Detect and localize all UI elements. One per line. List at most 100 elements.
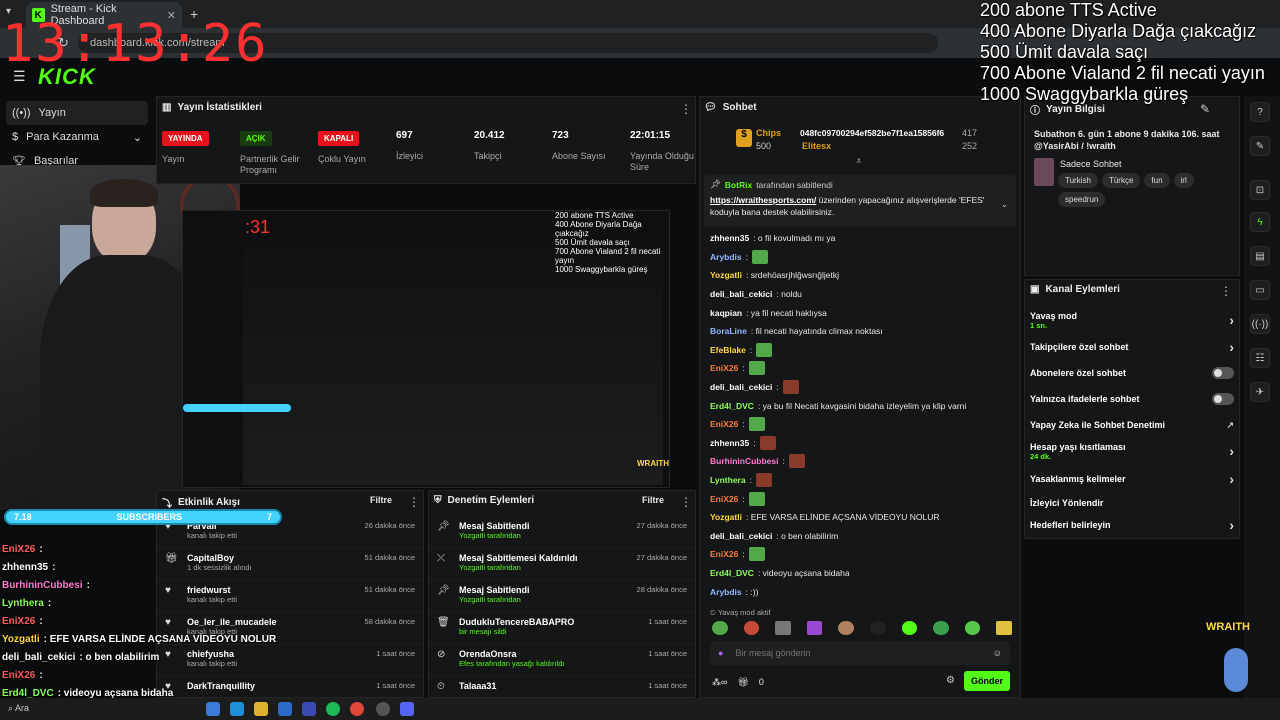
list-item[interactable]: 🎁︎ CapitalBoy 1 dk sessizlik alındı 51 daki… <box>157 549 423 581</box>
expand-pinned-icon[interactable]: ⌄ <box>1001 199 1008 210</box>
gift-icon[interactable]: 🎁︎ <box>737 677 748 688</box>
category-name[interactable]: Sadece Sohbet <box>1060 159 1122 169</box>
lightning-icon[interactable]: ϟ <box>1250 212 1270 232</box>
taskbar-app-icon[interactable] <box>376 702 390 716</box>
focus-icon[interactable]: ⊡ <box>1250 180 1270 200</box>
more-icon[interactable]: ⋮ <box>408 495 420 509</box>
emote-icon[interactable] <box>869 621 886 635</box>
channel-action-row[interactable]: Yapay Zeka ile Sohbet Denetimi ↗ <box>1030 412 1234 438</box>
stat-label: Yayın <box>162 154 185 164</box>
tag-chip[interactable]: irl <box>1173 173 1194 188</box>
channel-action-row[interactable]: Hesap yaşı kısıtlaması 24 dk. › <box>1030 438 1234 464</box>
chat-username[interactable]: EfeBlake <box>710 345 746 355</box>
list-item[interactable]: ⊘ OrendaOnsra Efes tarafından yasağı kaldı… <box>429 645 695 677</box>
chat-settings-icon[interactable]: ⚙ <box>946 675 955 686</box>
chat-username[interactable]: Arybdis <box>710 252 742 262</box>
taskbar-app-icon[interactable] <box>254 702 268 716</box>
chat-username[interactable]: EniX26 <box>710 549 738 559</box>
emote-icon[interactable] <box>901 621 918 635</box>
chat-username[interactable]: EniX26 <box>710 363 738 373</box>
toggle-switch[interactable] <box>1212 393 1234 405</box>
list-item[interactable]: ⤫ Mesaj Sabitlemesi Kaldırıldı Yozgatli ta… <box>429 549 695 581</box>
sidebar-item-yayin[interactable]: ((•)) Yayın <box>6 101 148 125</box>
toggle-switch[interactable] <box>1212 367 1234 379</box>
moderation-filter-button[interactable]: Filtre <box>642 495 664 505</box>
chat-username[interactable]: Arybdis <box>710 587 742 597</box>
channel-action-row[interactable]: Yalnızca ifadelerle sohbet <box>1030 386 1234 412</box>
chat-username[interactable]: EniX26 <box>710 419 738 429</box>
chat-username[interactable]: zhhenn35 <box>710 438 749 448</box>
chat-username[interactable]: EniX26 <box>710 494 738 504</box>
pencil-icon[interactable]: ✎ <box>1250 136 1270 156</box>
taskbar-app-icon[interactable] <box>230 702 244 716</box>
chat-username[interactable]: Lynthera <box>710 475 746 485</box>
help-icon[interactable]: ? <box>1250 102 1270 122</box>
chat-username[interactable]: kaqpian <box>710 308 742 318</box>
chat-username[interactable]: deli_bali_cekici <box>710 382 772 392</box>
users-icon[interactable]: ⁂∞ <box>712 677 727 688</box>
emote-icon[interactable] <box>775 621 791 635</box>
taskbar-app-icon[interactable] <box>302 702 316 716</box>
chat-username[interactable]: deli_bali_cekici <box>710 531 772 541</box>
emoji-icon[interactable]: ☺ <box>993 648 1002 658</box>
chrome-icon[interactable] <box>350 702 364 716</box>
emote-icon[interactable] <box>743 621 760 635</box>
taskbar-app-icon[interactable] <box>278 702 292 716</box>
activity-filter-button[interactable]: Filtre <box>370 495 392 505</box>
tag-chip[interactable]: speedrun <box>1058 192 1106 207</box>
chat-input[interactable]: ● ☺ <box>710 641 1010 665</box>
channel-action-row[interactable]: Yavaş mod 1 sn. › <box>1030 307 1234 333</box>
collapse-leaderboard-icon[interactable]: ⩡ <box>856 156 862 167</box>
emote-icon[interactable] <box>838 621 854 635</box>
layout-icon[interactable]: ☷ <box>1250 348 1270 368</box>
list-item[interactable]: 🗑︎ DudukluTencereBABAPRO bir mesajı sildi 1… <box>429 613 695 645</box>
tag-chip[interactable]: Türkçe <box>1101 173 1141 188</box>
list-item-name: Mesaj Sabitlendi <box>459 585 530 595</box>
chat-username[interactable]: zhhenn35 <box>710 233 749 243</box>
sidebar-item-para-kazanma[interactable]: $ Para Kazanma ⌄ <box>6 125 148 149</box>
more-icon[interactable]: ⋮ <box>1220 284 1232 298</box>
chat-username[interactable]: deli_bali_cekici <box>710 289 772 299</box>
send-button[interactable]: Gönder <box>964 671 1010 691</box>
emote-icon <box>755 473 772 488</box>
channel-action-row[interactable]: Hedefleri belirleyin › <box>1030 512 1234 538</box>
microphone-icon[interactable]: ● <box>718 648 723 658</box>
list-item[interactable]: 📌︎ Mesaj Sabitlendi Yozgatli tarafından 28 … <box>429 581 695 613</box>
chat-username[interactable]: Yozgatli <box>710 512 742 522</box>
spotify-icon[interactable] <box>326 702 340 716</box>
chat-username[interactable]: Yozgatli <box>710 270 742 280</box>
broadcast-icon[interactable]: ((·)) <box>1250 314 1270 334</box>
more-icon[interactable]: ⋮ <box>680 102 692 116</box>
channel-action-row[interactable]: Abonelere özel sohbet <box>1030 360 1234 386</box>
list-item[interactable]: 📌︎ Mesaj Sabitlendi Yozgatli tarafından 27 … <box>429 517 695 549</box>
more-icon[interactable]: ⋮ <box>680 495 692 509</box>
list-item[interactable]: ⏲ Talaaa31 1 saat önce <box>429 677 695 697</box>
list-item[interactable]: ♥ DarkTranquillity 1 saat önce <box>157 677 423 697</box>
emote-icon[interactable] <box>996 621 1012 635</box>
discord-icon[interactable] <box>400 702 414 716</box>
tag-chip[interactable]: Turkish <box>1058 173 1098 188</box>
chat-username[interactable]: BurhininCubbesi <box>710 456 778 466</box>
channel-action-row[interactable]: Takipçilere özel sohbet › <box>1030 334 1234 360</box>
taskbar-search[interactable]: ⌕ Ara <box>8 703 29 714</box>
chat-message-input[interactable] <box>733 647 983 659</box>
emote-icon[interactable] <box>712 621 728 635</box>
list-item[interactable]: ♥ friedwurst kanalı takip etti 51 dakika ön… <box>157 581 423 613</box>
emote-icon[interactable] <box>806 621 823 635</box>
taskbar-app-icon[interactable] <box>206 702 220 716</box>
emote-icon[interactable] <box>933 621 949 635</box>
channel-action-label: Takipçilere özel sohbet <box>1030 342 1129 352</box>
tag-chip[interactable]: fun <box>1144 173 1170 188</box>
pinned-link[interactable]: https://wraithesports.com/ <box>710 195 816 205</box>
chat-username[interactable]: Erd4l_DVC <box>710 401 754 411</box>
chat-username[interactable]: Erd4l_DVC <box>710 568 754 578</box>
chat-icon[interactable]: ▭ <box>1250 280 1270 300</box>
list-item[interactable]: ♥ chiefyusha kanalı takip etti 1 saat önce <box>157 645 423 677</box>
chat-message: EniX26: <box>700 545 1020 564</box>
notes-icon[interactable]: ▤ <box>1250 246 1270 266</box>
wrench-icon[interactable]: ✈ <box>1250 382 1270 402</box>
channel-action-row[interactable]: Yasaklanmış kelimeler › <box>1030 466 1234 492</box>
chat-username[interactable]: BoraLine <box>710 326 747 336</box>
pinned-header: 📌︎ BotRix tarafından sabitlendi <box>710 179 1010 190</box>
emote-icon[interactable] <box>964 621 981 635</box>
